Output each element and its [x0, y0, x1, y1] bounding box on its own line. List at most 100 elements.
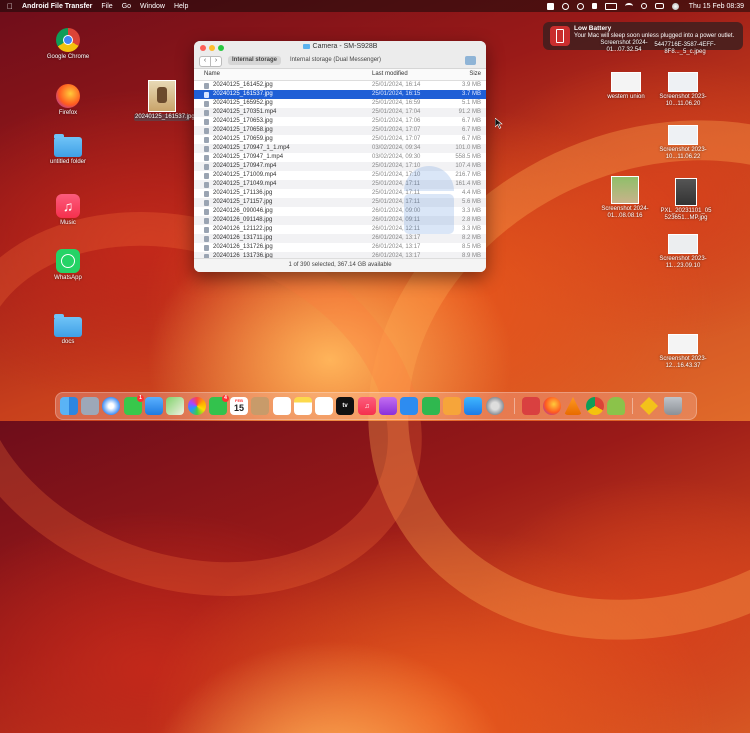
reminders-icon[interactable] — [273, 397, 291, 415]
file-size: 3.3 MB — [461, 226, 481, 232]
column-last-modified[interactable]: Last modified — [372, 71, 408, 77]
file-row[interactable]: 20240126_131711.jpg 26/01/2024, 13:17 8.2 … — [194, 234, 486, 243]
column-size[interactable]: Size — [469, 71, 481, 77]
control-center-icon[interactable] — [654, 3, 664, 9]
desktop-file[interactable]: Screenshot 2023-10...11.06.20 — [654, 72, 712, 108]
search-icon[interactable] — [640, 3, 647, 9]
desktop-file[interactable]: Screenshot 2023-12...16.43.37 — [654, 334, 712, 370]
file-row[interactable]: 20240125_171009.mp4 25/01/2024, 17:10 216.… — [194, 171, 486, 180]
safari-icon[interactable] — [102, 397, 120, 415]
desktop-icon-firefox[interactable]: Firefox — [42, 84, 94, 117]
new-folder-icon[interactable] — [465, 56, 476, 65]
file-row[interactable]: 20240125_171157.jpg 25/01/2024, 17:11 5.6 … — [194, 198, 486, 207]
bluetooth-icon[interactable] — [561, 2, 569, 10]
keynote-icon[interactable] — [400, 397, 418, 415]
freeform-icon[interactable] — [315, 397, 333, 415]
desktop-file[interactable]: Screenshot 2023-10...11.06.22 — [654, 125, 712, 161]
forward-button[interactable]: › — [210, 56, 222, 67]
menu-go[interactable]: Go — [122, 3, 131, 10]
file-row[interactable]: 20240125_170947.mp4 25/01/2024, 17:10 107.… — [194, 162, 486, 171]
column-name[interactable]: Name — [204, 71, 220, 77]
firefox-dock-icon[interactable] — [543, 397, 561, 415]
wifi-icon[interactable] — [624, 3, 633, 9]
numbers-icon[interactable] — [422, 397, 440, 415]
file-row[interactable]: 20240125_170947_1_1.mp4 03/02/2024, 09:34… — [194, 144, 486, 153]
menu-file[interactable]: File — [101, 3, 112, 10]
desktop-icon-whatsapp[interactable]: WhatsApp — [42, 249, 94, 282]
file-date: 25/01/2024, 17:07 — [372, 127, 421, 133]
apple-menu-icon[interactable]:  — [7, 2, 13, 11]
file-row[interactable]: 20240125_170659.jpg 25/01/2024, 17:07 6.7 … — [194, 135, 486, 144]
facetime-icon[interactable]: 4 — [209, 395, 229, 415]
system-settings-icon[interactable] — [486, 397, 504, 415]
desktop-file[interactable]: western union — [598, 72, 654, 101]
maps-icon[interactable] — [166, 397, 184, 415]
apple-tv-icon[interactable]: tv — [336, 397, 354, 415]
desktop-file[interactable]: Screenshot 2023-11...23.09.10 — [654, 234, 712, 270]
file-row[interactable]: 20240125_170351.mp4 25/01/2024, 17:04 91.2… — [194, 108, 486, 117]
file-row[interactable]: 20240125_170658.jpg 25/01/2024, 17:07 6.7 … — [194, 126, 486, 135]
tab-dual-messenger[interactable]: Internal storage (Dual Messenger) — [286, 56, 385, 65]
file-date: 03/02/2024, 09:34 — [372, 145, 421, 151]
menu-help[interactable]: Help — [174, 3, 188, 10]
calendar-day: 15 — [233, 403, 244, 413]
trash-icon[interactable] — [664, 397, 682, 415]
file-row[interactable]: 20240126_131726.jpg 26/01/2024, 13:17 8.5 … — [194, 243, 486, 252]
podcasts-icon[interactable] — [379, 397, 397, 415]
calendar-icon[interactable]: FEB 15 — [230, 397, 248, 415]
messages-icon[interactable]: 1 — [124, 395, 144, 415]
window-toolbar: ‹ › Internal storage Internal storage (D… — [194, 54, 486, 69]
dragged-file[interactable]: 20240125_161537.jpg — [134, 80, 195, 121]
app-icon[interactable] — [522, 397, 540, 415]
desktop-file[interactable]: Screenshot 2024-01...07.32.54 — [596, 40, 652, 54]
notes-icon[interactable] — [294, 397, 312, 415]
desktop-icon-chrome[interactable]: Google Chrome — [42, 28, 94, 61]
photos-icon[interactable] — [188, 397, 206, 415]
lock-icon[interactable] — [591, 3, 597, 9]
chrome-dock-icon[interactable] — [586, 397, 604, 415]
music-dock-icon[interactable]: ♫ — [358, 397, 376, 415]
menu-app-name[interactable]: Android File Transfer — [22, 3, 92, 10]
file-row[interactable]: 20240125_170947_1.mp4 03/02/2024, 09:30 55… — [194, 153, 486, 162]
siri-icon[interactable] — [671, 2, 679, 10]
file-row[interactable]: 20240126_090046.jpg 26/01/2024, 09:00 3.3 … — [194, 207, 486, 216]
file-row[interactable]: 20240125_161537.jpg 25/01/2024, 16:15 3.7 … — [194, 90, 486, 99]
file-row[interactable]: 20240125_171136.jpg 25/01/2024, 17:11 4.4 … — [194, 189, 486, 198]
vlc-icon[interactable] — [564, 397, 582, 415]
upload-status-icon[interactable] — [546, 2, 554, 10]
file-size: 558.5 MB — [455, 154, 481, 160]
desktop-icon-docs[interactable]: docs — [42, 314, 94, 346]
pages-icon[interactable] — [443, 397, 461, 415]
menu-clock[interactable]: Thu 15 Feb 08:39 — [689, 3, 744, 10]
file-row[interactable]: 20240125_170653.jpg 25/01/2024, 17:06 6.7 … — [194, 117, 486, 126]
launchpad-icon[interactable] — [81, 397, 99, 415]
desktop-file[interactable]: PXL_20231101_05 523651...MP.jpg — [654, 178, 718, 222]
file-row[interactable]: 20240126_121122.jpg 26/01/2024, 12:11 3.3 … — [194, 225, 486, 234]
window-titlebar[interactable]: Camera - SM-S928B — [194, 41, 486, 54]
downloads-stack-icon[interactable] — [640, 397, 658, 415]
file-row[interactable]: 20240125_171049.mp4 25/01/2024, 17:11 161.… — [194, 180, 486, 189]
desktop-icon-music[interactable]: ♫ Music — [42, 194, 94, 227]
file-date: 25/01/2024, 17:11 — [372, 181, 420, 187]
menu-window[interactable]: Window — [140, 3, 165, 10]
file-date: 25/01/2024, 17:11 — [372, 190, 420, 196]
screen-record-icon[interactable] — [576, 2, 584, 10]
file-row[interactable]: 20240126_091148.jpg 26/01/2024, 09:11 2.8 … — [194, 216, 486, 225]
app-store-icon[interactable] — [464, 397, 482, 415]
file-name: 20240125_171136.jpg — [213, 190, 273, 196]
android-file-transfer-icon[interactable] — [607, 397, 625, 415]
firefox-icon — [56, 84, 80, 108]
contacts-icon[interactable] — [251, 397, 269, 415]
mail-icon[interactable] — [145, 397, 163, 415]
file-row[interactable]: 20240125_161452.jpg 25/01/2024, 16:14 3.9 … — [194, 81, 486, 90]
finder-icon[interactable] — [60, 397, 78, 415]
desktop-file-label: Screenshot 2024-01...08.08.16 — [601, 206, 649, 219]
battery-icon[interactable] — [604, 2, 617, 10]
tab-internal-storage[interactable]: Internal storage — [228, 56, 282, 65]
file-row[interactable]: 20240125_165952.jpg 25/01/2024, 16:59 5.1 … — [194, 99, 486, 108]
dock-separator — [632, 398, 633, 414]
desktop-icon-untitled-folder[interactable]: untitled folder — [42, 134, 94, 166]
desktop-file[interactable]: 5447716E-3587-4EFF-8F8..._5_c.jpeg — [654, 42, 716, 56]
desktop-file[interactable]: Screenshot 2024-01...08.08.16 — [596, 176, 654, 220]
file-size: 91.2 MB — [458, 109, 481, 115]
